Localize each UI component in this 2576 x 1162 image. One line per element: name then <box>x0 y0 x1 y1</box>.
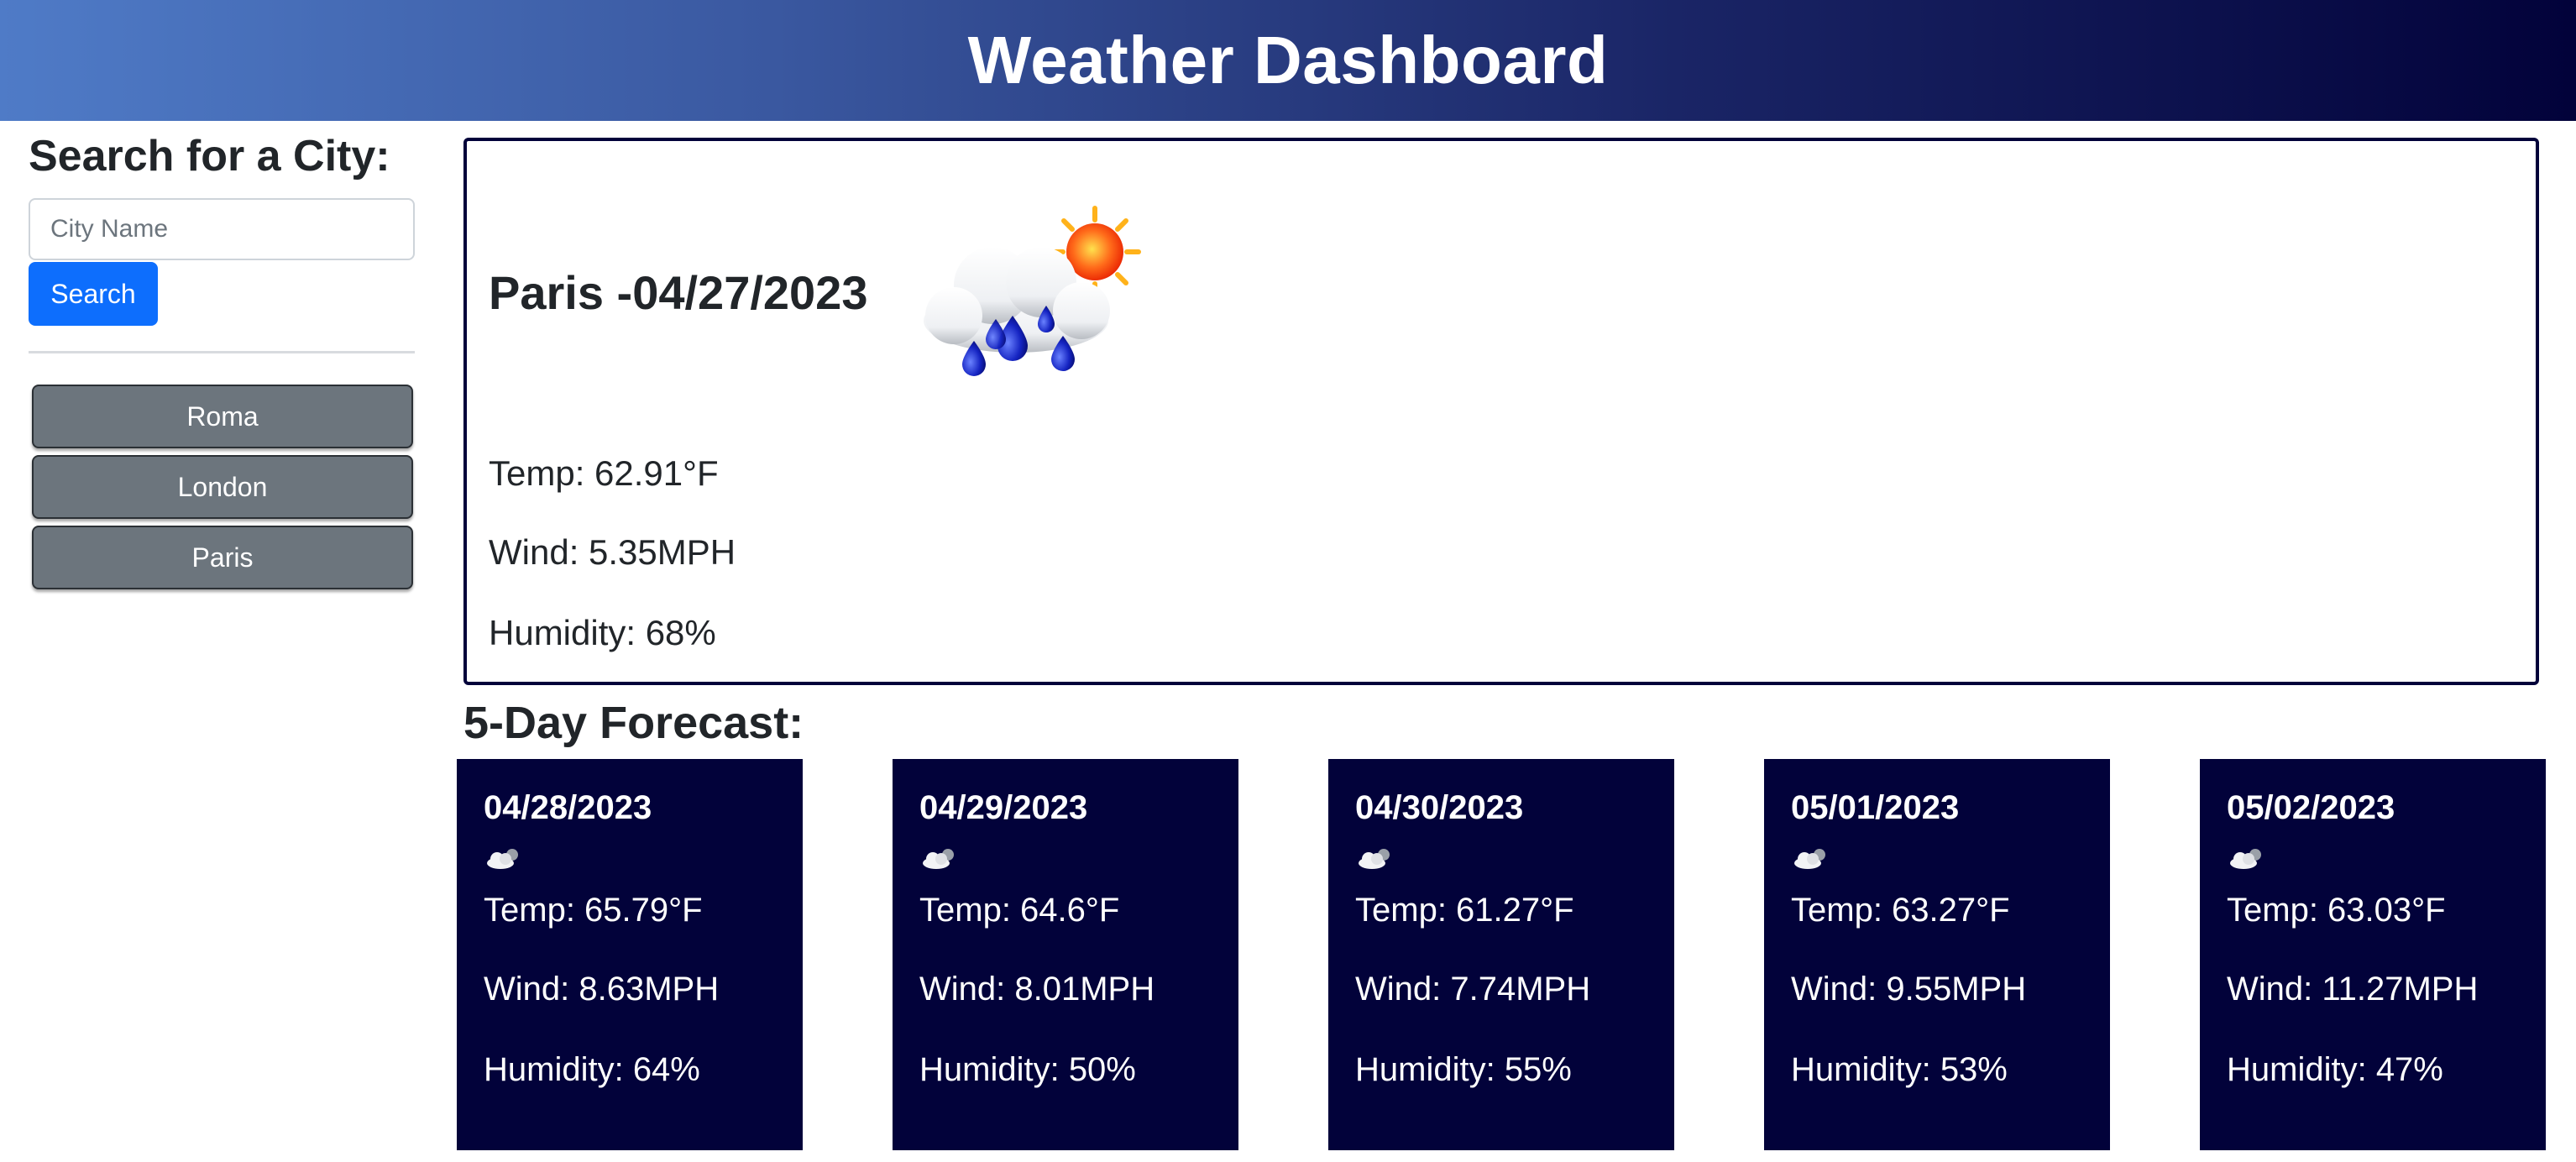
forecast-humidity: Humidity: 50% <box>919 1051 1136 1088</box>
city-search-input[interactable] <box>29 198 415 260</box>
forecast-heading: 5-Day Forecast: <box>463 698 804 748</box>
forecast-temp: Temp: 65.79°F <box>484 892 703 929</box>
forecast-wind: Wind: 11.27MPH <box>2227 971 2479 1008</box>
forecast-card: 05/01/2023 Temp: 63.27°F Wind: 9.55MPH H… <box>1764 759 2110 1150</box>
cloud-icon <box>487 849 518 869</box>
cloud-icon <box>2230 849 2261 869</box>
forecast-card: 04/28/2023 Temp: 65.79°F Wind: 8.63MPH H… <box>457 759 803 1150</box>
history-button-paris[interactable]: Paris <box>32 526 413 589</box>
forecast-temp: Temp: 61.27°F <box>1355 892 1574 929</box>
forecast-temp: Temp: 64.6°F <box>919 892 1120 929</box>
forecast-card: 04/30/2023 Temp: 61.27°F Wind: 7.74MPH H… <box>1328 759 1674 1150</box>
forecast-card: 05/02/2023 Temp: 63.03°F Wind: 11.27MPH … <box>2200 759 2546 1150</box>
forecast-humidity: Humidity: 47% <box>2227 1051 2443 1088</box>
app-header: Weather Dashboard <box>0 0 2576 121</box>
cloud-icon <box>1359 849 1390 869</box>
forecast-temp: Temp: 63.27°F <box>1791 892 2010 929</box>
forecast-date: 04/28/2023 <box>484 789 652 826</box>
forecast-wind: Wind: 9.55MPH <box>1791 971 2027 1008</box>
cloud-icon <box>1794 849 1825 869</box>
forecast-wind: Wind: 7.74MPH <box>1355 971 1591 1008</box>
current-humidity: Humidity: 68% <box>489 613 716 652</box>
rain-sun-icon <box>924 206 1141 376</box>
forecast-temp: Temp: 63.03°F <box>2227 892 2446 929</box>
cloud-icon <box>923 849 954 869</box>
forecast-date: 05/01/2023 <box>1791 789 1960 826</box>
forecast-humidity: Humidity: 55% <box>1355 1051 1572 1088</box>
current-weather-card: Paris -04/27/2023 Temp: 62.91°F Wind: 5.… <box>463 138 2539 685</box>
search-button[interactable]: Search <box>29 262 158 326</box>
forecast-wind: Wind: 8.01MPH <box>919 971 1155 1008</box>
forecast-card: 04/29/2023 Temp: 64.6°F Wind: 8.01MPH Hu… <box>893 759 1238 1150</box>
history-button-london[interactable]: London <box>32 455 413 519</box>
forecast-wind: Wind: 8.63MPH <box>484 971 720 1008</box>
current-city-date: Paris -04/27/2023 <box>489 266 868 319</box>
forecast-date: 04/29/2023 <box>919 789 1088 826</box>
sidebar-divider <box>29 351 415 353</box>
app-title: Weather Dashboard <box>967 23 1609 97</box>
history-button-roma[interactable]: Roma <box>32 385 413 448</box>
current-temp: Temp: 62.91°F <box>489 453 719 493</box>
forecast-date: 04/30/2023 <box>1355 789 1524 826</box>
forecast-date: 05/02/2023 <box>2227 789 2395 826</box>
current-wind: Wind: 5.35MPH <box>489 532 736 572</box>
search-heading: Search for a City: <box>29 132 390 181</box>
forecast-humidity: Humidity: 64% <box>484 1051 700 1088</box>
forecast-humidity: Humidity: 53% <box>1791 1051 2008 1088</box>
